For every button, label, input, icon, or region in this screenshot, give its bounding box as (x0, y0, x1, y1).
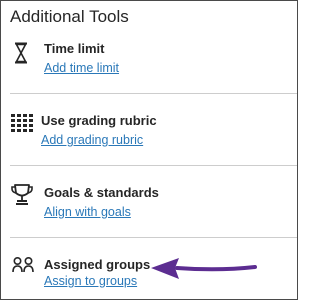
divider (10, 93, 297, 94)
add-time-limit-link[interactable]: Add time limit (44, 61, 119, 75)
align-with-goals-link[interactable]: Align with goals (44, 205, 131, 219)
grading-rubric-icon (11, 114, 33, 132)
add-grading-rubric-link[interactable]: Add grading rubric (41, 133, 143, 147)
group-icon (12, 256, 34, 273)
trophy-icon (11, 184, 33, 205)
panel-title: Additional Tools (10, 7, 129, 26)
grading-rubric-title: Use grading rubric (41, 113, 157, 128)
additional-tools-panel: Additional Tools Time limit Add time lim… (0, 0, 298, 300)
divider (10, 165, 297, 166)
time-limit-title: Time limit (44, 41, 105, 56)
divider (10, 237, 297, 238)
hourglass-icon (15, 42, 27, 64)
assigned-groups-title: Assigned groups (44, 257, 151, 272)
annotation-arrow-icon (151, 258, 257, 279)
goals-standards-title: Goals & standards (44, 185, 159, 200)
assign-to-groups-link[interactable]: Assign to groups (44, 274, 137, 288)
